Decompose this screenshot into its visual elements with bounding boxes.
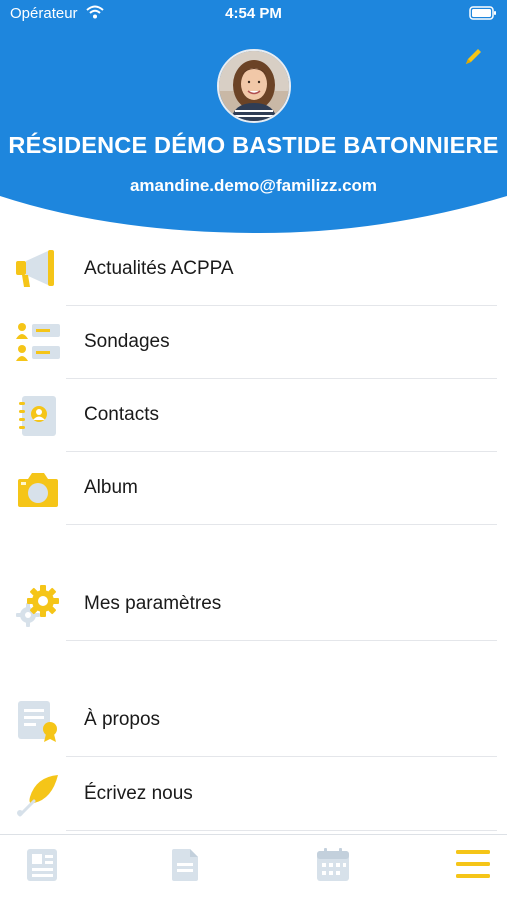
- avatar[interactable]: [217, 49, 291, 123]
- document-icon: [172, 849, 198, 881]
- tab-menu[interactable]: [443, 835, 503, 901]
- poll-icon: [14, 321, 62, 365]
- residence-title: RÉSIDENCE DÉMO BASTIDE BATONNIERE: [8, 132, 499, 158]
- status-bar: Opérateur 4:54 PM: [0, 0, 507, 28]
- camera-icon: [14, 467, 62, 511]
- menu-item-label: Album: [84, 477, 138, 498]
- menu-item-parametres[interactable]: Mes paramètres: [0, 569, 507, 641]
- tab-calendar[interactable]: [303, 835, 363, 901]
- profile-header: Opérateur 4:54 PM RÉSIDENCE DÉMO BASTIDE…: [0, 0, 507, 240]
- menu-item-album[interactable]: Album: [0, 453, 507, 525]
- menu-item-label: Mes paramètres: [84, 593, 222, 614]
- news-icon: [27, 849, 57, 881]
- menu-item-contacts[interactable]: Contacts: [0, 380, 507, 452]
- edit-profile-icon[interactable]: [462, 46, 484, 73]
- menu-item-label: Contacts: [84, 404, 159, 425]
- divider: [66, 451, 497, 452]
- tab-news[interactable]: [12, 835, 72, 901]
- hamburger-menu-icon: [456, 850, 490, 878]
- menu-item-label: Écrivez nous: [84, 783, 193, 804]
- quill-icon: [14, 773, 62, 817]
- calendar-icon: [317, 848, 349, 881]
- menu-item-actualites[interactable]: Actualités ACPPA: [0, 234, 507, 306]
- battery-icon: [469, 6, 497, 24]
- menu-item-sondages[interactable]: Sondages: [0, 307, 507, 379]
- divider: [66, 378, 497, 379]
- divider: [66, 756, 497, 757]
- divider: [66, 640, 497, 641]
- clock-label: 4:54 PM: [225, 5, 282, 22]
- menu-item-label: À propos: [84, 709, 161, 730]
- divider: [66, 524, 497, 525]
- divider: [66, 830, 497, 831]
- menu-item-a-propos[interactable]: À propos: [0, 685, 507, 757]
- menu-item-label: Sondages: [84, 331, 170, 352]
- gear-icon: [14, 583, 62, 627]
- menu-item-label: Actualités ACPPA: [84, 258, 234, 279]
- user-email: amandine.demo@familizz.com: [129, 176, 378, 195]
- divider: [66, 305, 497, 306]
- megaphone-icon: [14, 248, 62, 292]
- menu-item-ecrivez-nous[interactable]: Écrivez nous: [0, 759, 507, 831]
- tab-bar: [0, 834, 507, 900]
- contacts-book-icon: [14, 394, 62, 438]
- certificate-icon: [14, 699, 62, 743]
- tab-documents[interactable]: [155, 835, 215, 901]
